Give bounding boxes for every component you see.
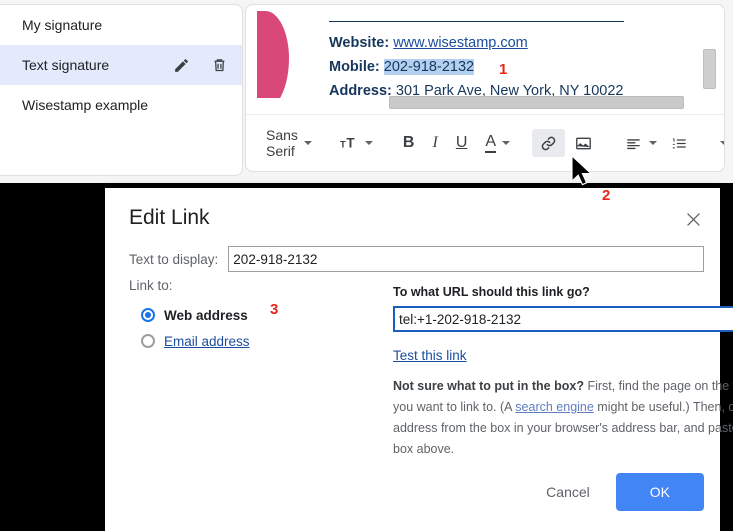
help-text-lead: Not sure what to put in the box? [393, 379, 584, 393]
insert-image-button[interactable] [567, 129, 600, 157]
mouse-cursor [570, 154, 596, 194]
annotation-marker-3: 3 [270, 301, 279, 318]
website-link[interactable]: www.wisestamp.com [393, 35, 528, 51]
font-family-label: Sans Serif [266, 127, 298, 159]
bold-button[interactable]: B [395, 129, 423, 157]
dialog-title: Edit Link [129, 206, 210, 229]
text-color-button[interactable]: A [477, 129, 514, 157]
website-label: Website: [329, 35, 390, 51]
font-family-selector[interactable]: Sans Serif [260, 127, 318, 159]
align-button[interactable] [618, 129, 661, 157]
ok-button[interactable]: OK [615, 473, 704, 511]
link-type-radio-group: Web address Email address [141, 302, 331, 354]
chevron-down-icon [502, 141, 511, 145]
signature-editor-panel: Website: www.wisestamp.com Mobile: 202-9… [245, 4, 725, 172]
sidebar-item-my-signature[interactable]: My signature [0, 5, 242, 45]
help-text: Not sure what to put in the box? First, … [393, 376, 733, 460]
mobile-value-selected[interactable]: 202-918-2132 [383, 59, 475, 75]
search-engine-link[interactable]: search engine [515, 400, 594, 414]
chevron-down-icon [303, 141, 312, 145]
more-options-button[interactable] [714, 129, 724, 157]
signature-row-actions [172, 56, 228, 74]
chevron-down-icon [364, 141, 373, 145]
signature-preview-body[interactable]: Website: www.wisestamp.com Mobile: 202-9… [246, 5, 724, 109]
italic-icon: I [432, 134, 438, 151]
cancel-button[interactable]: Cancel [532, 476, 604, 508]
insert-link-button[interactable] [532, 129, 566, 157]
signature-name-label: Wisestamp example [22, 97, 149, 113]
url-question-label: To what URL should this link go? [393, 285, 590, 299]
numbered-list-button[interactable] [663, 129, 696, 157]
italic-button[interactable]: I [424, 129, 445, 157]
dialog-footer: Cancel OK [532, 473, 704, 511]
text-to-display-row: Text to display: [129, 246, 704, 272]
bold-icon: B [402, 134, 415, 151]
radio-email-address-label: Email address [164, 333, 250, 349]
preview-vertical-scrollbar[interactable] [703, 49, 716, 89]
underline-icon: U [455, 134, 468, 151]
font-size-button[interactable]: TT [336, 129, 377, 157]
numbered-list-icon [672, 138, 686, 148]
link-to-label: Link to: [129, 278, 173, 293]
close-icon[interactable] [680, 206, 706, 232]
signature-banner-shape [257, 11, 289, 109]
url-input[interactable] [393, 306, 733, 332]
signature-name-label: Text signature [22, 57, 110, 73]
radio-web-address-label: Web address [164, 307, 248, 323]
url-section: To what URL should this link go? Test th… [393, 285, 733, 365]
align-left-icon [627, 138, 640, 149]
address-label: Address: [329, 83, 392, 99]
trash-icon[interactable] [210, 56, 228, 74]
svg-text:T: T [340, 140, 346, 151]
image-icon [576, 137, 591, 149]
signature-divider [329, 21, 624, 22]
preview-horizontal-scrollbar[interactable] [389, 96, 684, 109]
text-color-icon: A [485, 133, 497, 153]
chevron-down-icon [649, 141, 658, 145]
signature-name-label: My signature [22, 17, 103, 33]
formatting-toolbar: Sans Serif TT B I U A [246, 114, 724, 171]
sidebar-item-text-signature[interactable]: Text signature [0, 45, 242, 85]
link-icon [541, 136, 556, 150]
text-to-display-input[interactable] [228, 246, 704, 272]
radio-button-icon [141, 334, 155, 348]
mobile-label: Mobile: [329, 59, 380, 75]
radio-email-address[interactable]: Email address [141, 328, 331, 354]
edit-link-dialog: Edit Link Text to display: Link to: Web … [105, 188, 733, 531]
test-this-link[interactable]: Test this link [393, 348, 467, 363]
radio-button-icon [141, 308, 155, 322]
radio-web-address[interactable]: Web address [141, 302, 331, 328]
annotation-marker-2: 2 [602, 187, 611, 204]
pencil-icon[interactable] [172, 56, 190, 74]
sidebar-item-wisestamp-example[interactable]: Wisestamp example [0, 85, 242, 125]
svg-text:T: T [346, 136, 355, 151]
signature-list-panel: My signature Text signature Wisestamp ex… [0, 4, 243, 176]
underline-button[interactable]: U [448, 129, 476, 157]
text-to-display-label: Text to display: [129, 251, 219, 267]
signature-line-mobile: Mobile: 202-918-2132 [329, 55, 724, 79]
chevron-down-icon [720, 141, 724, 145]
signature-content: Website: www.wisestamp.com Mobile: 202-9… [329, 21, 724, 103]
signature-line-website: Website: www.wisestamp.com [329, 31, 724, 55]
annotation-marker-1: 1 [499, 61, 508, 78]
